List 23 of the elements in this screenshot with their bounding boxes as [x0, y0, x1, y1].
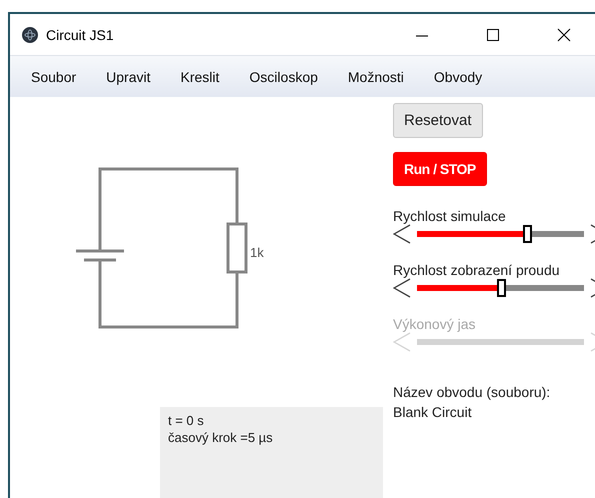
minimize-icon — [414, 34, 428, 36]
menu-item[interactable]: Možnosti — [332, 68, 419, 84]
circuit-name: Blank Circuit — [393, 404, 473, 420]
maximize-icon — [486, 28, 500, 42]
status-text: časový krok =5 µs — [168, 430, 274, 445]
menu-item[interactable]: Soubor — [16, 68, 92, 84]
menu-item[interactable]: Kreslit — [166, 68, 234, 84]
slider-thumb[interactable] — [523, 225, 532, 243]
window-title: Circuit JS1 — [46, 26, 115, 42]
slider-thumb[interactable] — [496, 279, 506, 297]
slider-label: Výkonový jas — [393, 316, 476, 332]
slider-label: Rychlost simulace — [393, 208, 507, 224]
app-logo-icon — [22, 26, 38, 42]
circuit-name-label: Název obvodu (souboru): — [393, 384, 552, 400]
menu-item[interactable]: Obvody — [418, 68, 498, 84]
slider-label: Rychlost zobrazení proudu — [393, 262, 561, 278]
close-icon — [556, 28, 570, 42]
menu-item[interactable]: Osciloskop — [234, 68, 333, 84]
resistor-value: 1k — [250, 245, 264, 260]
status-text: t = 0 s — [168, 413, 205, 428]
menu-item[interactable]: Upravit — [91, 68, 166, 84]
reset-button[interactable]: Resetovat — [393, 103, 483, 138]
run-stop-button[interactable]: Run / STOP — [393, 152, 487, 186]
